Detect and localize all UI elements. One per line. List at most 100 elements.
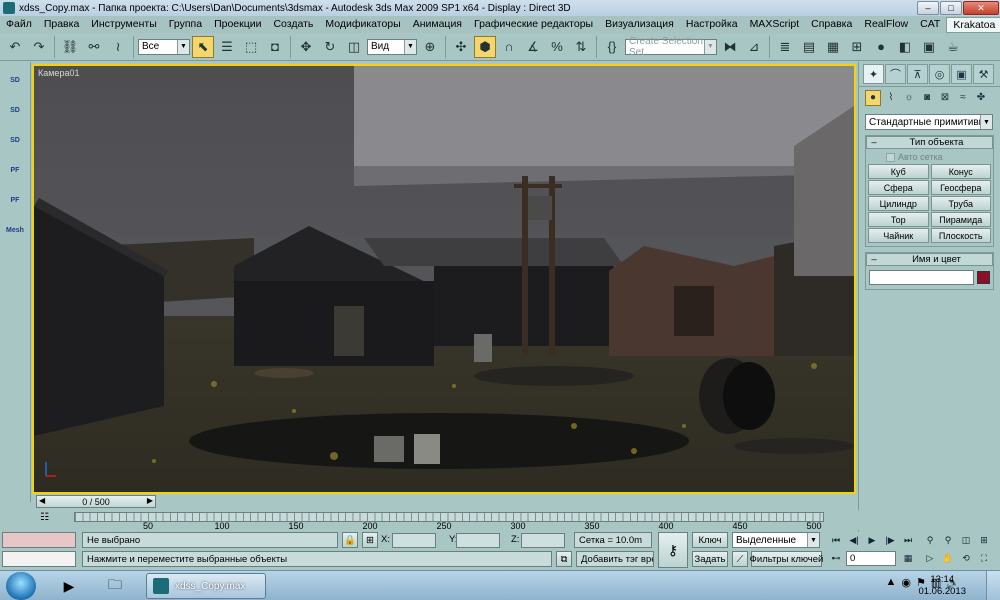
align-icon[interactable]: ⊿ [743, 36, 765, 58]
minimize-button[interactable]: – [917, 1, 939, 15]
cameras-category-icon[interactable]: ◙ [919, 90, 935, 106]
key-mode-toggle-icon[interactable]: ⊷ [828, 551, 844, 566]
menu-item[interactable]: Графические редакторы [468, 16, 599, 33]
select-by-name-icon[interactable]: ☰ [216, 36, 238, 58]
bind-space-warp-icon[interactable]: ≀ [107, 36, 129, 58]
select-manipulate-icon[interactable]: ✣ [450, 36, 472, 58]
taskbar-clock[interactable]: 13:14 01.06.2013 [918, 574, 966, 598]
layer-manager-icon[interactable]: ≣ [774, 36, 796, 58]
reference-coordinate-dropdown[interactable]: Вид ▼ [367, 38, 417, 55]
set-key-button[interactable]: Задать [692, 551, 728, 567]
menu-item[interactable]: Правка [38, 16, 85, 33]
rotate-icon[interactable]: ↻ [319, 36, 341, 58]
menu-item[interactable]: Файл [0, 16, 38, 33]
selection-filter-dropdown[interactable]: Все ▼ [138, 38, 190, 55]
sd-rollup-icon[interactable]: SD [3, 98, 27, 122]
time-tag-icon[interactable]: ⧉ [556, 551, 572, 567]
sd-rollup-icon[interactable]: SD [3, 68, 27, 92]
angle-snap-icon[interactable]: ∡ [522, 36, 544, 58]
primitive-button[interactable]: Конус [930, 164, 991, 179]
menu-item[interactable]: Krakatoa [946, 16, 1000, 33]
primitive-button[interactable]: Сфера [868, 180, 929, 195]
window-crossing-icon[interactable]: ◘ [264, 36, 286, 58]
auto-key-button[interactable]: Ключ [692, 532, 728, 548]
camera-viewport[interactable]: Камера01 [32, 64, 856, 494]
next-frame-icon[interactable]: |▶ [882, 533, 898, 548]
scale-icon[interactable]: ◫ [343, 36, 365, 58]
zoom-extents-icon[interactable]: ◫ [958, 533, 974, 548]
helpers-category-icon[interactable]: ⊠ [937, 90, 953, 106]
menu-item[interactable]: Справка [805, 16, 858, 33]
mesh-rollup-icon[interactable]: Mesh [3, 218, 27, 242]
menu-item[interactable]: RealFlow [858, 16, 914, 33]
move-icon[interactable]: ✥ [295, 36, 317, 58]
object-color-swatch[interactable] [977, 271, 990, 284]
lock-icon[interactable]: 🔒 [342, 532, 358, 548]
material-editor-icon[interactable]: ● [870, 36, 892, 58]
goto-end-icon[interactable]: ⏭ [900, 533, 916, 548]
mini-curve-editor-icon[interactable]: ☷ [40, 512, 49, 523]
select-and-link-icon[interactable]: ⛓ [59, 36, 81, 58]
3dsmax-app-icon[interactable] [3, 2, 15, 14]
pan-icon[interactable]: ✋ [940, 551, 956, 566]
named-selection-set-dropdown[interactable]: Create Selection Set ▼ [625, 36, 717, 58]
pf-rollup-icon[interactable]: PF [3, 188, 27, 212]
menu-item[interactable]: Анимация [407, 16, 468, 33]
field-of-view-icon[interactable]: ▷ [922, 551, 938, 566]
primitive-button[interactable]: Цилиндр [868, 196, 929, 211]
display-tab-icon[interactable]: ▣ [951, 64, 972, 84]
pivot-center-icon[interactable]: ⊕ [419, 36, 441, 58]
chevron-right-icon[interactable]: ▶ [147, 496, 153, 505]
snaps-toggle-icon[interactable]: ∩ [498, 36, 520, 58]
previous-frame-icon[interactable]: ◀| [846, 533, 862, 548]
primitive-button[interactable]: Труба [930, 196, 991, 211]
zoom-icon[interactable]: ⚲ [922, 533, 938, 548]
menu-item[interactable]: Создать [267, 16, 319, 33]
zoom-all-icon[interactable]: ⚲ [940, 533, 956, 548]
spinner-snap-icon[interactable]: ⇅ [570, 36, 592, 58]
render-production-icon[interactable]: ☕ [942, 36, 964, 58]
unlink-icon[interactable]: ⚯ [83, 36, 105, 58]
menu-item[interactable]: Инструменты [85, 16, 162, 33]
object-type-header[interactable]: – Тип объекта [866, 136, 993, 149]
hierarchy-tab-icon[interactable]: ⊼ [907, 64, 928, 84]
show-desktop-button[interactable] [986, 571, 1000, 600]
rectangular-selection-icon[interactable]: ⬚ [240, 36, 262, 58]
chevron-left-icon[interactable]: ◀ [39, 496, 45, 505]
edit-named-selection-icon[interactable]: {} [601, 36, 623, 58]
curve-editor-icon[interactable]: ▦ [822, 36, 844, 58]
utilities-tab-icon[interactable]: ⚒ [973, 64, 994, 84]
orbit-icon[interactable]: ⟲ [958, 551, 974, 566]
menu-item[interactable]: Проекции [208, 16, 267, 33]
keyboard-shortcut-override-icon[interactable]: ⬢ [474, 35, 496, 58]
tray-up-arrow-icon[interactable]: ▲ [886, 576, 897, 589]
redo-icon[interactable]: ↷ [28, 36, 50, 58]
menu-item[interactable]: CAT [914, 16, 946, 33]
modify-tab-icon[interactable]: ⌒ [885, 64, 906, 84]
maxscript-output-mini[interactable] [2, 551, 76, 567]
undo-icon[interactable]: ↶ [4, 36, 26, 58]
autogrid-checkbox[interactable] [886, 152, 895, 162]
sd-rollup-icon[interactable]: SD [3, 128, 27, 152]
x-coordinate-input[interactable] [392, 533, 436, 548]
menu-item[interactable]: Визуализация [599, 16, 680, 33]
geometry-category-icon[interactable]: ● [865, 89, 881, 106]
create-tab-icon[interactable]: ✦ [863, 64, 884, 84]
percent-snap-icon[interactable]: % [546, 36, 568, 58]
rendered-frame-window-icon[interactable]: ▣ [918, 36, 940, 58]
primitive-category-dropdown[interactable]: Стандартные примитивы ▼ [865, 114, 993, 130]
primitive-button[interactable]: Чайник [868, 228, 929, 243]
menu-item[interactable]: Настройка [680, 16, 744, 33]
name-color-header[interactable]: – Имя и цвет [866, 253, 993, 266]
lights-category-icon[interactable]: ☼ [901, 90, 917, 106]
select-object-icon[interactable]: ⬉ [192, 35, 214, 58]
close-button[interactable]: ✕ [963, 1, 999, 15]
start-button-icon[interactable] [6, 572, 36, 600]
current-frame-input[interactable]: 0 [846, 551, 896, 566]
maximize-button[interactable]: □ [940, 1, 962, 15]
menu-item[interactable]: Группа [163, 16, 208, 33]
add-time-tag[interactable]: Добавить тэг врем [576, 551, 654, 567]
key-filter-dropdown[interactable]: Выделенные ▼ [732, 532, 820, 548]
key-filters-button[interactable]: Фильтры ключей [750, 551, 823, 567]
pf-rollup-icon[interactable]: PF [3, 158, 27, 182]
